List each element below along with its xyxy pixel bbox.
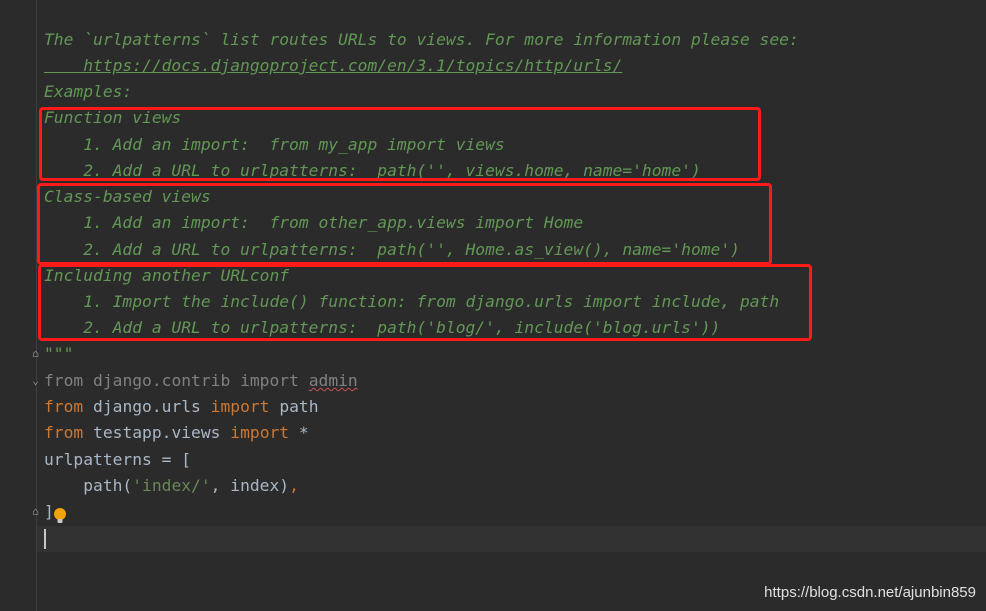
keyword-from: from	[44, 423, 84, 442]
highlight-box-include-urlconf	[38, 264, 812, 341]
imported-name: admin	[308, 371, 358, 390]
gutter-separator	[36, 0, 37, 611]
path-args: , index)	[210, 476, 290, 495]
watermark-text: https://blog.csdn.net/ajunbin859	[764, 584, 976, 601]
keyword-from: from	[44, 397, 84, 416]
keyword-import: import	[210, 397, 270, 416]
imported-name: path	[279, 397, 319, 416]
docstring-line: The `urlpatterns` list routes URLs to vi…	[44, 30, 799, 49]
import-line-views: from testapp.views import *	[44, 420, 309, 446]
fold-marker-icon[interactable]: ⌂	[30, 348, 41, 359]
path-call: path(	[44, 476, 133, 495]
route-string: 'index/'	[132, 476, 211, 495]
module-name: testapp.views	[93, 423, 221, 442]
docstring-close-line: """	[44, 344, 74, 363]
import-line-path: from django.urls import path	[44, 394, 319, 420]
fold-marker-icon[interactable]: ⌂	[30, 506, 41, 517]
path-line: path('index/', index),	[44, 473, 299, 499]
urlpatterns-line: urlpatterns = [	[44, 450, 192, 469]
docstring-line: https://docs.djangoproject.com/en/3.1/to…	[44, 53, 622, 79]
current-line-highlight	[37, 526, 986, 552]
module-name: django.urls	[93, 397, 201, 416]
keyword-import: import	[230, 423, 290, 442]
keyword-import: import	[240, 371, 299, 390]
fold-marker-icon[interactable]: ⌄	[30, 375, 41, 386]
module-name: django.contrib	[93, 371, 231, 390]
import-line-admin: from django.contrib import admin	[44, 368, 358, 394]
text-cursor	[44, 529, 46, 549]
keyword-from: from	[44, 371, 84, 390]
imported-name: *	[298, 423, 309, 442]
highlight-box-class-based-views	[37, 183, 772, 265]
highlight-box-function-views	[39, 107, 761, 181]
lightbulb-icon[interactable]	[53, 507, 67, 525]
docstring-line: Examples:	[44, 82, 133, 101]
trailing-comma: ,	[289, 476, 299, 495]
doc-url-link[interactable]: https://docs.djangoproject.com/en/3.1/to…	[44, 56, 622, 75]
